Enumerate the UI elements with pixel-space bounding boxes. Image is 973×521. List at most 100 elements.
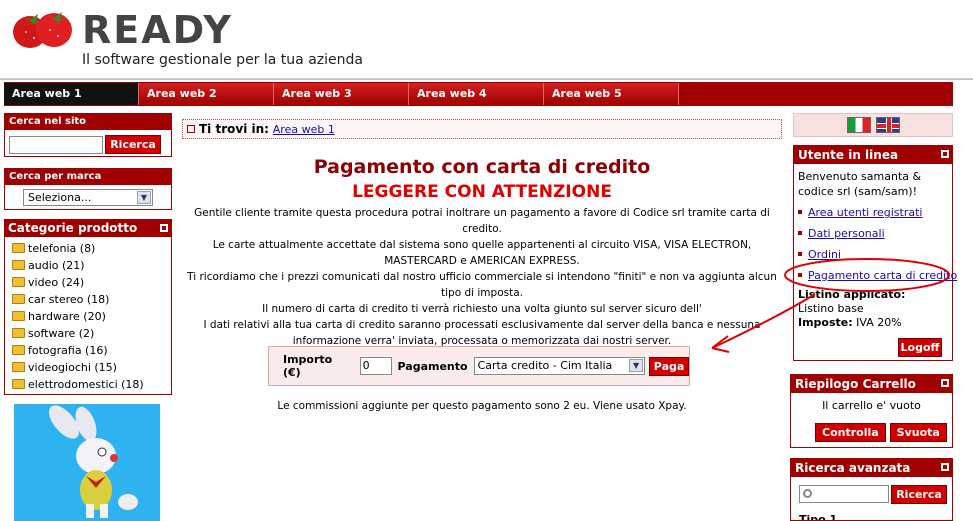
paragraph: Le carte attualmente accettate dal siste… — [212, 239, 752, 267]
payment-method-label: Pagamento — [397, 359, 468, 373]
paragraph: Ti ricordiamo che i prezzi comunicati da… — [187, 271, 777, 299]
category-label: car stereo (18) — [28, 293, 110, 306]
tab-area-web-3[interactable]: Area web 3 — [274, 83, 409, 105]
brand-select[interactable]: Seleziona... ▼ — [23, 189, 153, 206]
site-search-input[interactable] — [9, 136, 103, 154]
link-credit-card-payment[interactable]: Pagamento carta di credito — [798, 265, 957, 286]
category-item[interactable]: telefonia (8) — [12, 240, 171, 257]
category-list: telefonia (8) audio (21) video (24) car … — [5, 237, 171, 393]
payment-form: Importo (€) 0 Pagamento Carta credito - … — [268, 346, 690, 386]
cart-summary-box: Riepilogo Carrello Il carrello e' vuoto … — [790, 374, 953, 448]
price-list-info: Listino applicato: Listino base Imposte:… — [794, 286, 952, 332]
clear-cart-button[interactable]: Svuota — [889, 423, 947, 442]
category-label: software (2) — [28, 327, 95, 340]
user-links: Area utenti registrati Dati personali Or… — [794, 199, 957, 286]
commission-note: Le commissioni aggiunte per questo pagam… — [277, 400, 687, 412]
site-search-button[interactable]: Ricerca — [105, 135, 161, 154]
check-cart-button[interactable]: Controlla — [815, 423, 886, 442]
link-user-area[interactable]: Area utenti registrati — [798, 202, 948, 223]
link-text[interactable]: Area utenti registrati — [808, 206, 922, 219]
instructions-text: Gentile cliente tramite questa procedura… — [186, 205, 778, 349]
english-flag-icon[interactable] — [876, 117, 900, 133]
breadcrumb-link[interactable]: Area web 1 — [273, 123, 335, 136]
advanced-search-title-text: Ricerca avanzata — [795, 461, 911, 475]
imposte-value: IVA 20% — [856, 316, 902, 329]
category-item[interactable]: elettrodomestici (18) — [12, 376, 171, 393]
category-item[interactable]: videogiochi (15) — [12, 359, 171, 376]
box-toggle-icon[interactable] — [941, 379, 949, 387]
category-item[interactable]: software (2) — [12, 325, 171, 342]
category-item[interactable]: audio (21) — [12, 257, 171, 274]
amount-input[interactable]: 0 — [359, 357, 392, 375]
chevron-down-icon[interactable]: ▼ — [629, 359, 644, 372]
site-search-box: Cerca nel sito Ricerca — [4, 113, 172, 157]
category-label: fotografia (16) — [28, 344, 108, 357]
link-text[interactable]: Dati personali — [808, 227, 885, 240]
amount-label: Importo (€) — [283, 353, 333, 379]
category-item[interactable]: hardware (20) — [12, 308, 171, 325]
logo: READY Il software gestionale per la tua … — [8, 6, 388, 70]
category-label: video (24) — [28, 276, 85, 289]
folder-icon — [12, 277, 25, 287]
main-nav: Area web 1 Area web 2 Area web 3 Area we… — [4, 82, 953, 106]
listino-label: Listino applicato: — [798, 288, 906, 301]
imposte-label: Imposte: — [798, 316, 853, 329]
folder-icon — [12, 260, 25, 270]
category-item[interactable]: video (24) — [12, 274, 171, 291]
user-online-box: Utente in linea Benvenuto samanta & codi… — [793, 145, 957, 361]
brand-select-value: Seleziona... — [28, 191, 92, 204]
folder-icon — [12, 294, 25, 304]
chevron-down-icon[interactable]: ▼ — [137, 191, 151, 204]
search-icon — [803, 489, 812, 498]
cart-box-title: Riepilogo Carrello — [791, 375, 952, 393]
link-text[interactable]: Ordini — [808, 248, 841, 261]
tab-area-web-5[interactable]: Area web 5 — [544, 83, 679, 105]
pay-button[interactable]: Paga — [649, 356, 689, 376]
logo-title: READY — [82, 8, 233, 52]
categories-box: Categorie prodotto telefonia (8) audio (… — [4, 219, 172, 395]
paragraph: Gentile cliente tramite questa procedura… — [194, 207, 770, 235]
category-label: audio (21) — [28, 259, 85, 272]
bullet-icon — [187, 125, 195, 133]
rabbit-mascot-image — [14, 404, 160, 521]
category-label: elettrodomestici (18) — [28, 378, 144, 391]
advanced-search-box: Ricerca avanzata Ricerca Tipo 1 — [790, 458, 953, 521]
folder-icon — [12, 345, 25, 355]
folder-icon — [12, 379, 25, 389]
tab-area-web-1[interactable]: Area web 1 — [4, 83, 139, 105]
category-label: hardware (20) — [28, 310, 106, 323]
advanced-search-input[interactable] — [799, 485, 889, 503]
page-subtitle: LEGGERE CON ATTENZIONE — [352, 182, 612, 202]
box-toggle-icon[interactable] — [941, 463, 949, 471]
breadcrumb: Ti trovi in: Area web 1 — [182, 119, 782, 139]
payment-method-value: Carta credito - Cim Italia — [477, 359, 613, 372]
paragraph: I dati relativi alla tua carta di credit… — [203, 319, 761, 347]
box-toggle-icon[interactable] — [941, 150, 949, 158]
link-orders[interactable]: Ordini — [798, 244, 948, 265]
folder-icon — [12, 328, 25, 338]
payment-method-select[interactable]: Carta credito - Cim Italia ▼ — [473, 357, 646, 375]
paragraph: Il numero di carta di credito ti verrà r… — [262, 303, 702, 315]
cart-empty-text: Il carrello e' vuoto — [822, 399, 921, 412]
box-toggle-icon[interactable] — [160, 224, 168, 232]
listino-value: Listino base — [798, 302, 864, 315]
cart-buttons: Controlla Svuota — [815, 423, 947, 442]
category-item[interactable]: car stereo (18) — [12, 291, 171, 308]
link-text[interactable]: Pagamento carta di credito — [808, 269, 957, 282]
advanced-search-title: Ricerca avanzata — [791, 459, 952, 477]
italian-flag-icon[interactable] — [847, 117, 871, 133]
tab-area-web-4[interactable]: Area web 4 — [409, 83, 544, 105]
category-label: telefonia (8) — [28, 242, 96, 255]
link-personal-data[interactable]: Dati personali — [798, 223, 948, 244]
tab-area-web-2[interactable]: Area web 2 — [139, 83, 274, 105]
advanced-search-button[interactable]: Ricerca — [891, 485, 947, 504]
logoff-button[interactable]: Logoff — [898, 338, 942, 357]
category-label: videogiochi (15) — [28, 361, 117, 374]
tipo-label: Tipo 1 — [799, 513, 838, 521]
brand-search-box: Cerca per marca Seleziona... ▼ — [4, 168, 172, 210]
strawberry-icon — [13, 12, 72, 48]
categories-title: Categorie prodotto — [5, 220, 171, 237]
category-item[interactable]: fotografia (16) — [12, 342, 171, 359]
brand-search-title: Cerca per marca — [5, 169, 171, 185]
user-box-title-text: Utente in linea — [798, 148, 899, 162]
